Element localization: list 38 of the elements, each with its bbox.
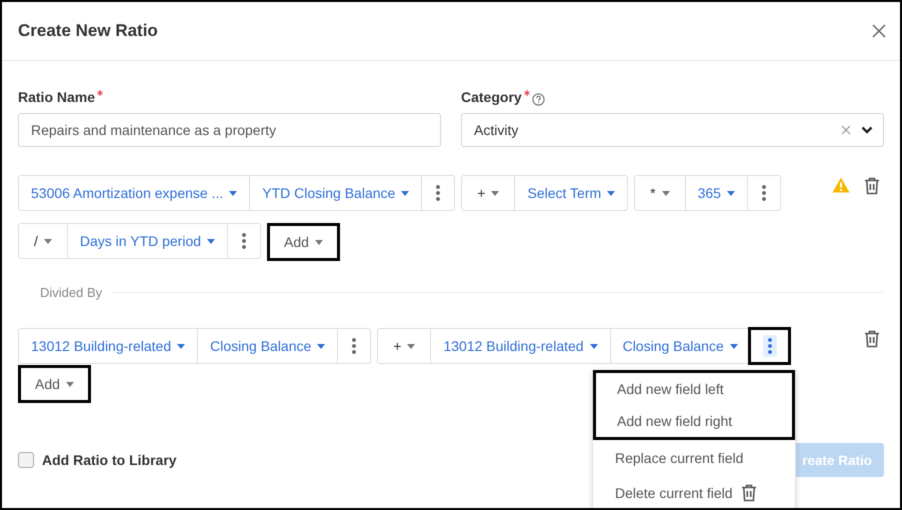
trash-icon[interactable] bbox=[864, 330, 880, 348]
term-dropdown[interactable]: 53006 Amortization expense ... bbox=[19, 176, 250, 210]
trash-icon[interactable] bbox=[864, 177, 880, 195]
checkbox-label: Add Ratio to Library bbox=[42, 452, 177, 468]
operator-dropdown[interactable]: / bbox=[19, 224, 67, 258]
close-icon[interactable] bbox=[872, 24, 886, 38]
term-dropdown[interactable]: Select Term bbox=[514, 176, 628, 210]
clear-icon[interactable] bbox=[841, 125, 851, 135]
checkbox[interactable] bbox=[18, 452, 34, 468]
term-dropdown[interactable]: Days in YTD period bbox=[66, 224, 228, 258]
term-dropdown[interactable]: 13012 Building-related bbox=[19, 329, 198, 363]
more-icon[interactable] bbox=[240, 232, 248, 250]
term-dropdown[interactable]: Closing Balance bbox=[610, 329, 750, 363]
term-dropdown[interactable]: YTD Closing Balance bbox=[249, 176, 422, 210]
divider-label: Divided By bbox=[39, 285, 104, 300]
operator-dropdown[interactable]: + bbox=[378, 329, 430, 363]
more-icon[interactable] bbox=[434, 184, 442, 202]
more-icon[interactable] bbox=[760, 184, 768, 202]
chevron-down-icon[interactable] bbox=[861, 126, 873, 134]
more-icon[interactable] bbox=[350, 337, 358, 355]
operator-dropdown[interactable]: * bbox=[635, 176, 685, 210]
term-dropdown[interactable]: 365 bbox=[684, 176, 747, 210]
menu-item[interactable]: Add new field right bbox=[593, 405, 795, 440]
dialog-title: Create New Ratio bbox=[18, 21, 158, 41]
field-label: Ratio Name bbox=[18, 89, 96, 105]
trash-icon bbox=[740, 484, 757, 502]
term-dropdown[interactable]: Closing Balance bbox=[197, 329, 338, 363]
field-label: Category bbox=[461, 89, 522, 105]
operator-dropdown[interactable]: + bbox=[462, 176, 514, 210]
menu-item[interactable]: Delete current field bbox=[593, 475, 795, 508]
add-button[interactable]: Add bbox=[18, 365, 91, 403]
add-button[interactable]: Add bbox=[267, 223, 340, 261]
help-icon[interactable] bbox=[532, 93, 545, 106]
menu-item[interactable]: Add new field left bbox=[593, 370, 795, 405]
category-select[interactable]: Activity bbox=[461, 113, 884, 147]
term-dropdown[interactable]: 13012 Building-related bbox=[430, 329, 610, 363]
ratio-name-field[interactable]: Repairs and maintenance as a property bbox=[18, 113, 441, 147]
more-icon[interactable] bbox=[762, 335, 777, 357]
